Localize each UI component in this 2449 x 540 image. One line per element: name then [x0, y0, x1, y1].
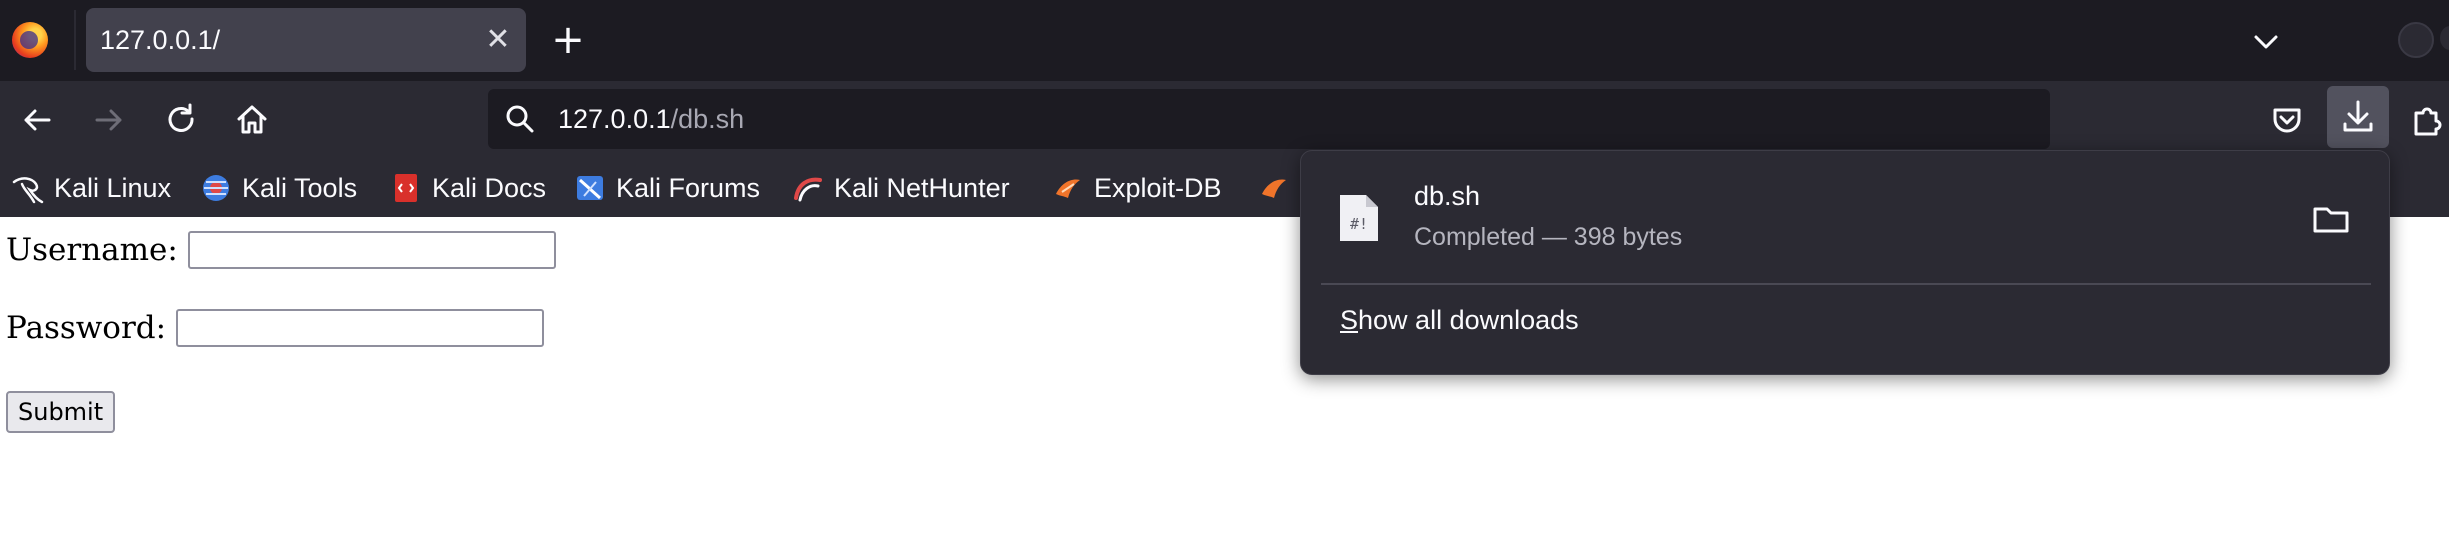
downloads-panel: #! db.sh Completed — 398 bytes Show all …	[1300, 150, 2390, 375]
downloads-button[interactable]	[2327, 86, 2389, 148]
pocket-icon[interactable]	[2264, 97, 2310, 143]
username-label: Username:	[6, 232, 178, 268]
url-text[interactable]: 127.0.0.1/db.sh	[558, 91, 744, 147]
kali-docs-icon	[390, 172, 422, 204]
exploit-db-icon	[1052, 172, 1084, 204]
bookmark-label: Kali NetHunter	[834, 172, 1010, 203]
bookmark-partial[interactable]	[1258, 159, 1300, 217]
home-icon[interactable]	[227, 95, 277, 145]
extensions-puzzle-icon[interactable]	[2404, 97, 2449, 143]
url-bar[interactable]: 127.0.0.1/db.sh	[488, 89, 2050, 149]
download-arrow-icon	[2343, 100, 2373, 132]
bookmark-label: Exploit-DB	[1094, 172, 1222, 203]
open-folder-icon[interactable]	[2311, 201, 2351, 237]
exploit-db-icon	[1258, 172, 1290, 204]
account-avatar-icon[interactable]	[2398, 22, 2434, 58]
search-icon	[504, 103, 536, 135]
divider	[74, 10, 76, 70]
divider	[1321, 283, 2371, 285]
bookmark-label: Kali Docs	[432, 172, 547, 203]
svg-text:#!: #!	[1350, 215, 1368, 233]
bookmark-exploit-db[interactable]: Exploit-DB	[1052, 159, 1222, 217]
username-input[interactable]	[187, 231, 556, 269]
list-all-tabs-chevron-icon[interactable]	[2244, 20, 2288, 64]
password-input[interactable]	[176, 309, 545, 347]
show-all-downloads-button[interactable]: Show all downloads	[1340, 305, 1579, 336]
bookmark-kali-nethunter[interactable]: Kali NetHunter	[792, 159, 1010, 217]
back-arrow-icon[interactable]	[12, 95, 62, 145]
file-script-icon: #!	[1338, 193, 1380, 243]
password-row: Password:	[6, 309, 545, 347]
bookmark-label: Kali Linux	[54, 172, 172, 203]
submit-button[interactable]: Submit	[6, 391, 116, 433]
bookmark-kali-forums[interactable]: Kali Forums	[574, 159, 760, 217]
browser-tab[interactable]: 127.0.0.1/ ✕	[86, 8, 526, 72]
bookmark-kali-docs[interactable]: Kali Docs	[390, 159, 546, 217]
bookmark-kali-tools[interactable]: Kali Tools	[200, 159, 357, 217]
forward-arrow-icon[interactable]	[84, 95, 134, 145]
firefox-logo-icon[interactable]	[12, 22, 48, 58]
bookmark-label: Kali Forums	[616, 172, 761, 203]
kali-nethunter-icon	[792, 172, 824, 204]
show-all-downloads-label: how all downloads	[1358, 305, 1579, 335]
download-status: Completed — 398 bytes	[1414, 223, 1683, 251]
window-control-icon[interactable]	[2440, 26, 2449, 50]
new-tab-plus-icon[interactable]: +	[546, 20, 590, 64]
bookmark-label: Kali Tools	[242, 172, 358, 203]
close-tab-icon[interactable]: ✕	[480, 22, 516, 58]
reload-icon[interactable]	[156, 95, 206, 145]
tab-strip: 127.0.0.1/ ✕ +	[0, 0, 2449, 81]
username-row: Username:	[6, 231, 556, 269]
bookmark-kali-linux[interactable]: Kali Linux	[12, 159, 171, 217]
kali-dragon-icon	[12, 172, 44, 204]
download-file-name[interactable]: db.sh	[1414, 181, 1480, 212]
tab-title: 127.0.0.1/	[100, 25, 221, 55]
kali-forums-icon	[574, 172, 606, 204]
access-key-letter: S	[1340, 305, 1359, 335]
navigation-toolbar: 127.0.0.1/db.sh	[0, 81, 2449, 159]
url-host: 127.0.0.1	[558, 104, 671, 134]
kali-tools-icon	[200, 172, 232, 204]
password-label: Password:	[6, 310, 167, 346]
url-path: /db.sh	[670, 104, 745, 134]
